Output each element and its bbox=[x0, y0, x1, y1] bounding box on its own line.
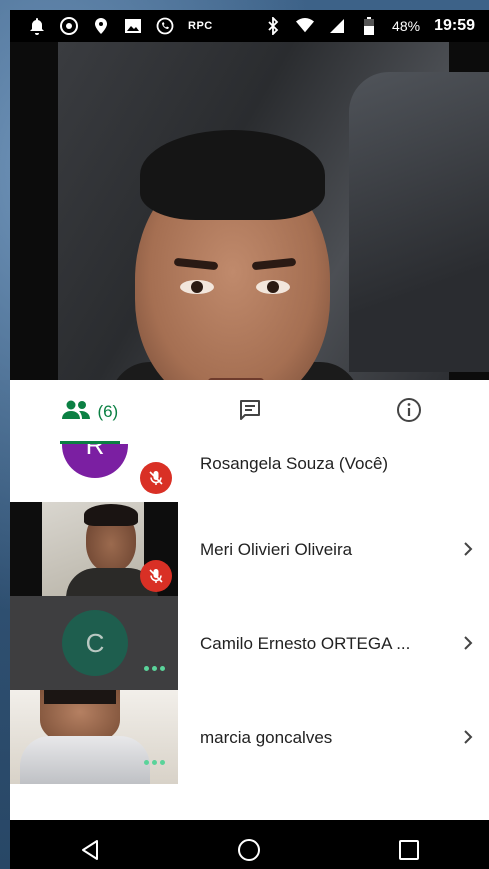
participant-count: (6) bbox=[97, 402, 119, 421]
battery-percent: 48% bbox=[392, 18, 421, 34]
status-bar: RPC 48% 19:59 bbox=[10, 10, 489, 42]
video-car-interior bbox=[349, 72, 489, 372]
participant-name: Camilo Ernesto ORTEGA ... bbox=[200, 634, 411, 653]
notification-bell-icon bbox=[28, 17, 46, 35]
thumbnail-scarf bbox=[20, 736, 150, 784]
status-right: 48% 19:59 bbox=[264, 17, 475, 35]
participant-row[interactable]: C Camilo Ernesto ORTEGA ... bbox=[10, 596, 489, 690]
home-button[interactable] bbox=[229, 830, 269, 869]
clock: 19:59 bbox=[434, 17, 475, 34]
back-button[interactable] bbox=[70, 830, 110, 869]
video-person-eye bbox=[256, 280, 290, 294]
wifi-icon bbox=[296, 17, 315, 35]
speaking-indicator-icon bbox=[144, 666, 165, 671]
participant-row[interactable]: marcia goncalves bbox=[10, 690, 489, 784]
main-video-feed[interactable] bbox=[10, 42, 489, 380]
video-person-hair bbox=[140, 130, 325, 220]
thumbnail-hair bbox=[44, 690, 116, 704]
recents-button[interactable] bbox=[389, 830, 429, 869]
mic-muted-icon bbox=[140, 462, 172, 494]
participant-name: Meri Olivieri Oliveira bbox=[200, 540, 353, 559]
system-navigation-bar bbox=[10, 820, 489, 869]
back-triangle-icon bbox=[81, 839, 98, 860]
participant-list: R Rosangela Souza (Você) Meri Olivieri O… bbox=[10, 444, 489, 820]
people-icon bbox=[61, 400, 91, 425]
participant-thumbnail: C bbox=[10, 596, 178, 690]
location-pin-icon bbox=[92, 17, 110, 35]
participant-name: marcia goncalves bbox=[200, 728, 333, 747]
chevron-right-icon[interactable] bbox=[461, 636, 475, 650]
cellular-signal-icon bbox=[328, 17, 346, 35]
tab-participants[interactable]: (6) bbox=[10, 380, 170, 444]
participant-name: Rosangela Souza (Você) bbox=[200, 454, 389, 473]
video-person-eye bbox=[180, 280, 214, 294]
recents-square-icon bbox=[399, 839, 420, 860]
participant-row[interactable]: Meri Olivieri Oliveira bbox=[10, 502, 489, 596]
home-circle-icon bbox=[238, 838, 261, 861]
image-icon bbox=[124, 17, 142, 35]
chevron-right-icon[interactable] bbox=[461, 730, 475, 744]
participant-thumbnail: R bbox=[10, 444, 178, 508]
participant-video-thumbnail bbox=[10, 502, 178, 596]
speaking-indicator-icon bbox=[144, 760, 165, 765]
rpc-label: RPC bbox=[188, 20, 213, 32]
info-icon bbox=[396, 397, 422, 428]
whatsapp-icon bbox=[156, 17, 174, 35]
chrome-icon bbox=[60, 17, 78, 35]
mic-muted-icon bbox=[140, 560, 172, 592]
avatar: R bbox=[62, 444, 128, 478]
phone-screen: RPC 48% 19:59 (6) R Rosangela Souza (Voc… bbox=[10, 10, 489, 869]
participant-row[interactable]: R Rosangela Souza (Você) bbox=[10, 444, 489, 508]
tab-info[interactable] bbox=[329, 380, 489, 444]
chat-icon bbox=[238, 398, 262, 427]
chevron-right-icon[interactable] bbox=[461, 542, 475, 556]
participant-video-thumbnail bbox=[10, 690, 178, 784]
bluetooth-icon bbox=[264, 17, 282, 35]
meeting-tabs: (6) bbox=[10, 380, 489, 445]
status-left: RPC bbox=[28, 17, 213, 35]
thumbnail-hair bbox=[84, 504, 138, 526]
battery-icon bbox=[360, 17, 378, 35]
avatar: C bbox=[62, 610, 128, 676]
tab-chat[interactable] bbox=[170, 380, 330, 444]
